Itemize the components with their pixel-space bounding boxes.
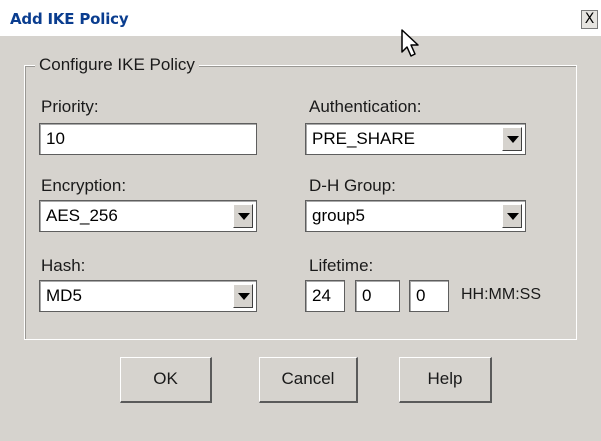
add-ike-policy-dialog: Add IKE Policy X Configure IKE Policy Pr… [0,0,601,441]
title-bar: Add IKE Policy X [0,0,601,36]
group-legend: Configure IKE Policy [35,55,199,75]
hash-select[interactable]: MD5 [39,280,257,312]
encryption-value: AES_256 [46,206,118,225]
authentication-value: PRE_SHARE [312,129,415,148]
close-button[interactable]: X [581,10,598,29]
chevron-down-icon[interactable] [233,284,253,308]
dh-group-label: D-H Group: [309,176,396,195]
lifetime-seconds-input[interactable]: 0 [409,280,449,312]
dh-group-select[interactable]: group5 [305,200,526,232]
hash-value: MD5 [46,286,82,305]
dh-group-value: group5 [312,206,365,225]
priority-label: Priority: [41,97,99,116]
lifetime-label: Lifetime: [309,256,374,275]
lifetime-format-label: HH:MM:SS [461,286,541,303]
authentication-select[interactable]: PRE_SHARE [305,123,526,155]
authentication-label: Authentication: [309,97,422,116]
help-button[interactable]: Help [399,357,492,403]
chevron-down-icon[interactable] [233,204,253,228]
mouse-pointer-icon [401,29,419,57]
chevron-down-icon[interactable] [502,204,522,228]
lifetime-minutes-input[interactable]: 0 [355,280,400,312]
close-icon: X [584,11,595,27]
encryption-label: Encryption: [41,176,127,195]
window-title: Add IKE Policy [10,10,129,28]
lifetime-hours-input[interactable]: 24 [305,280,345,312]
encryption-select[interactable]: AES_256 [39,200,257,232]
priority-input[interactable]: 10 [39,123,257,155]
ok-button[interactable]: OK [120,357,212,403]
cancel-button[interactable]: Cancel [259,357,358,403]
chevron-down-icon[interactable] [502,127,522,151]
hash-label: Hash: [41,256,86,275]
